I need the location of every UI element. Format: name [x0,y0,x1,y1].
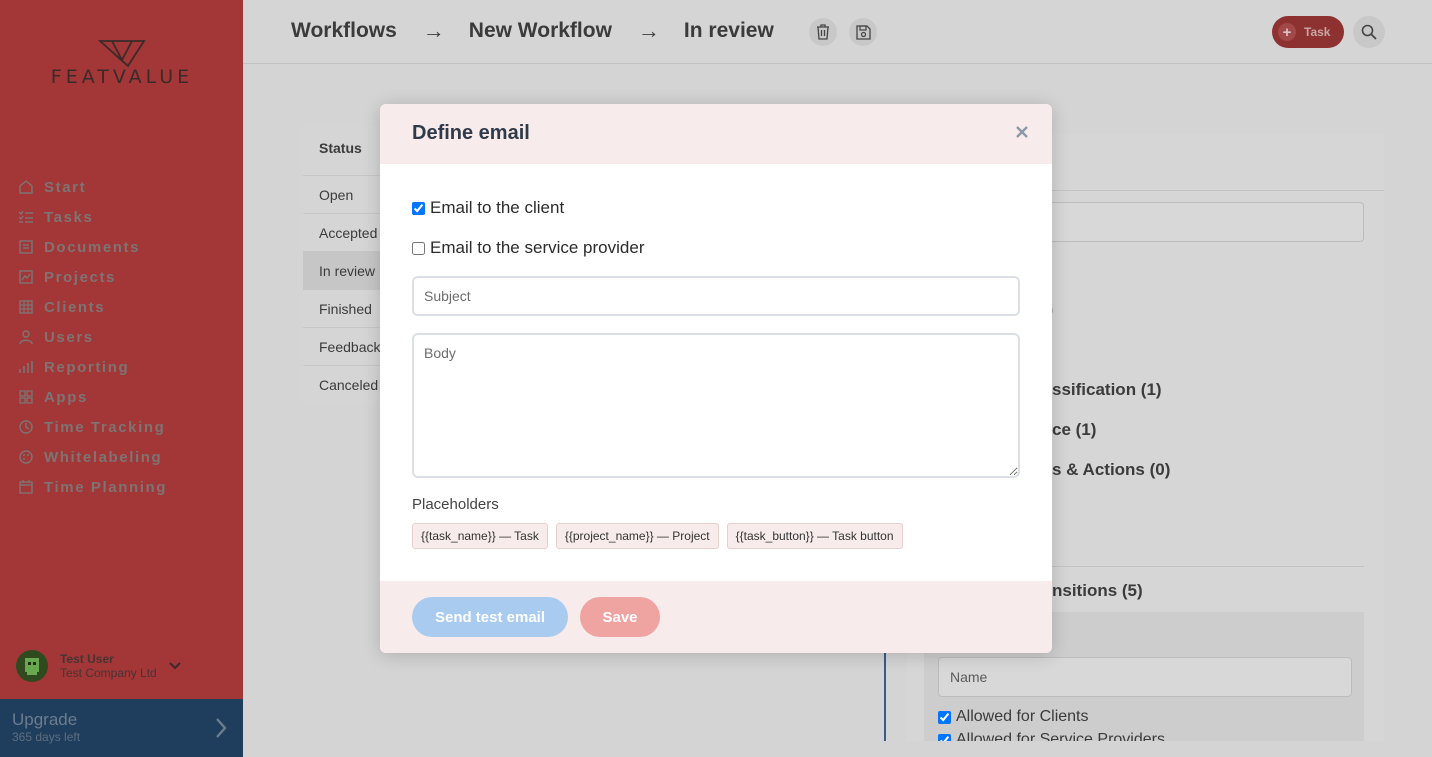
clients-icon [16,299,36,315]
logo-text: FEATVALUE [50,66,194,88]
sidebar-item-users[interactable]: Users [16,322,167,352]
sidebar-item-label: Documents [44,238,141,256]
sidebar-item-label: Time Tracking [44,418,166,436]
allowed-clients-label: Allowed for Clients [956,708,1089,725]
subject-input[interactable] [412,276,1020,316]
breadcrumb: Workflows → New Workflow → In review [291,18,774,44]
sidebar-item-label: Whitelabeling [44,448,163,466]
allowed-clients-checkbox[interactable] [938,710,951,724]
user-name: Test User [60,652,114,666]
trash-icon [817,24,829,40]
user-company: Test Company Ltd [60,666,157,680]
sidebar-item-clients[interactable]: Clients [16,292,167,322]
avatar [16,650,48,682]
reporting-icon [16,359,36,375]
breadcrumb-workflows[interactable]: Workflows [291,19,397,43]
email-client-checkbox[interactable] [412,201,425,215]
section-actions[interactable]: s & Actions (0) [1052,460,1170,480]
section-classification[interactable]: ssification (1) [1052,380,1162,400]
sidebar-item-projects[interactable]: Projects [16,262,167,292]
home-icon [16,179,36,195]
placeholders-label: Placeholders [412,496,499,513]
save-icon-button[interactable] [849,18,877,46]
sidebar-nav: Start Tasks Documents Projects Clients U… [16,172,167,502]
breadcrumb-in-review: In review [683,19,774,42]
whitelabeling-icon [16,449,36,465]
add-task-button[interactable]: + Task [1272,16,1344,48]
allowed-clients-row[interactable]: Allowed for Clients [938,708,1089,726]
sidebar-item-label: Clients [44,298,106,316]
add-task-label: Task [1304,25,1331,39]
breadcrumb-new-workflow[interactable]: New Workflow [469,19,612,43]
logo-mark-icon [98,40,146,68]
user-meta: Test User Test Company Ltd [60,652,157,680]
modal-title: Define email [412,122,530,144]
sidebar: FEATVALUE Start Tasks Documents Projects… [0,0,243,757]
sidebar-item-label: Time Planning [44,478,168,496]
header: Workflows → New Workflow → In review + T… [243,0,1432,64]
placeholder-chips: {{task_name}} — Task {{project_name}} — … [412,523,911,549]
chevron-right-icon[interactable] [215,717,227,744]
search-button[interactable] [1353,16,1385,48]
sidebar-item-label: Tasks [44,208,94,226]
time-tracking-icon [16,419,36,435]
sidebar-item-time-tracking[interactable]: Time Tracking [16,412,167,442]
email-client-option[interactable]: Email to the client [412,198,564,218]
close-icon [1016,126,1028,138]
plus-icon: + [1278,23,1296,41]
body-textarea[interactable] [412,333,1020,478]
apps-icon [16,389,36,405]
placeholder-chip-task-name[interactable]: {{task_name}} — Task [412,523,548,549]
sidebar-item-whitelabeling[interactable]: Whitelabeling [16,442,167,472]
modal-footer: Send test email Save [380,581,1052,653]
sidebar-item-label: Start [44,178,87,196]
sidebar-item-reporting[interactable]: Reporting [16,352,167,382]
users-icon [16,329,36,345]
sidebar-item-documents[interactable]: Documents [16,232,167,262]
email-provider-option[interactable]: Email to the service provider [412,238,644,258]
modal-header: Define email [380,104,1052,164]
placeholder-chip-project-name[interactable]: {{project_name}} — Project [555,523,719,549]
upgrade-days-left: 365 days left [12,730,81,744]
page-bottom [243,741,1432,757]
floppy-icon [855,24,871,40]
breadcrumb-separator: → [422,18,445,43]
search-icon [1361,24,1377,40]
sidebar-item-label: Users [44,328,94,346]
email-provider-checkbox[interactable] [412,241,425,255]
delete-button[interactable] [809,18,837,46]
time-planning-icon [16,479,36,495]
sidebar-item-apps[interactable]: Apps [16,382,167,412]
sidebar-item-time-planning[interactable]: Time Planning [16,472,167,502]
projects-icon [16,269,36,285]
documents-icon [16,239,36,255]
section-service[interactable]: ce (1) [1052,420,1096,440]
sidebar-item-tasks[interactable]: Tasks [16,202,167,232]
sidebar-item-label: Apps [44,388,88,406]
placeholder-chip-task-button[interactable]: {{task_button}} — Task button [726,523,903,549]
user-menu[interactable]: Test User Test Company Ltd [16,650,181,682]
status-heading: Status [319,140,362,156]
close-button[interactable] [1010,120,1034,144]
sidebar-item-start[interactable]: Start [16,172,167,202]
send-test-email-button[interactable]: Send test email [412,597,568,637]
upgrade-title: Upgrade [12,710,78,729]
define-email-modal: Define email Email to the client Email t… [380,104,1052,653]
section-transitions[interactable]: nsitions (5) [1052,581,1143,601]
tasks-icon [16,209,36,225]
breadcrumb-separator: → [637,18,660,43]
save-button[interactable]: Save [580,597,660,637]
featvalue-logo[interactable]: FEATVALUE [36,40,208,90]
transition-name-input[interactable]: Name [938,657,1352,697]
sidebar-item-label: Projects [44,268,116,286]
sidebar-item-label: Reporting [44,358,130,376]
timeline-line [884,653,886,743]
chevron-down-icon[interactable] [169,657,181,675]
email-provider-label: Email to the service provider [430,238,645,257]
divider [1052,566,1364,567]
email-client-label: Email to the client [430,198,565,217]
upgrade-banner[interactable]: Upgrade 365 days left [0,699,243,757]
